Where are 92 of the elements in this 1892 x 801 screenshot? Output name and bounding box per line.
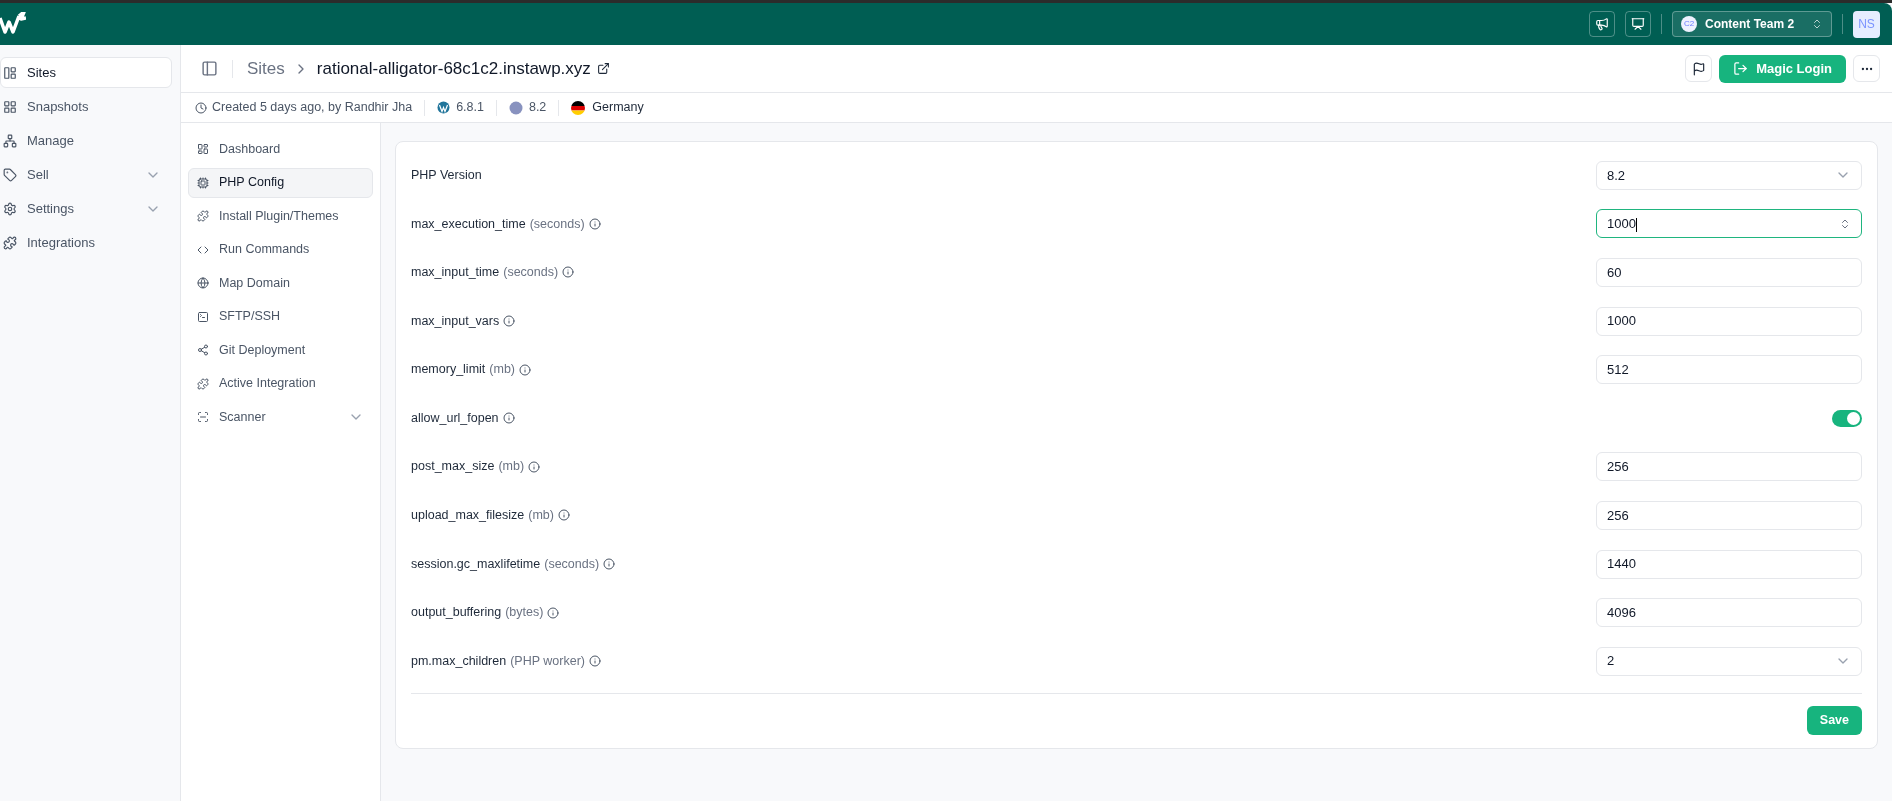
clock-icon bbox=[195, 101, 207, 114]
external-link-icon[interactable] bbox=[596, 62, 610, 75]
unit-label: (seconds) bbox=[503, 264, 559, 282]
scan-icon bbox=[197, 411, 209, 424]
site-nav-item[interactable]: SFTP/SSH bbox=[188, 301, 373, 332]
login-icon bbox=[1733, 61, 1749, 76]
chip-icon bbox=[197, 176, 209, 189]
field-label: allow_url_fopen bbox=[411, 408, 515, 428]
sidebar-item[interactable]: Integrations bbox=[0, 227, 172, 258]
country-label: Germany bbox=[592, 99, 644, 117]
puzzle-icon bbox=[3, 235, 17, 250]
info-icon[interactable] bbox=[588, 217, 601, 230]
layout-icon bbox=[3, 65, 17, 80]
sidebar-item[interactable]: Sites bbox=[0, 57, 172, 88]
sidebar-item[interactable]: Settings bbox=[0, 193, 172, 224]
grid-icon bbox=[3, 99, 17, 114]
tag-icon bbox=[3, 167, 17, 182]
unit-label: (mb) bbox=[489, 361, 515, 379]
panel-toggle-icon[interactable] bbox=[201, 60, 218, 77]
globe-icon bbox=[197, 277, 209, 290]
unit-label: (mb) bbox=[498, 458, 525, 476]
unit-label: (mb) bbox=[528, 507, 554, 525]
site-nav-item[interactable]: Git Deployment bbox=[188, 335, 373, 366]
site-nav-item[interactable]: Map Domain bbox=[188, 268, 373, 299]
field-label: post_max_size (mb) bbox=[411, 457, 541, 477]
puzzle-icon bbox=[197, 210, 209, 223]
field-label: max_execution_time (seconds) bbox=[411, 214, 601, 234]
site-nav-item[interactable]: PHP Config bbox=[188, 167, 373, 198]
breadcrumb-link[interactable]: Sites bbox=[247, 55, 285, 82]
field-label: PHP Version bbox=[411, 166, 482, 184]
info-icon[interactable] bbox=[502, 412, 515, 425]
field-label: upload_max_filesize (mb) bbox=[411, 506, 570, 525]
created-info: Created 5 days ago, by Randhir Jha bbox=[212, 99, 413, 117]
php-version: 8.2 bbox=[528, 99, 547, 117]
number-field[interactable]: 256 bbox=[1596, 452, 1862, 482]
field-label: max_input_vars bbox=[411, 311, 516, 331]
number-field[interactable]: 4096 bbox=[1596, 598, 1862, 628]
field-label: pm.max_children (PHP worker) bbox=[411, 651, 601, 671]
number-field[interactable]: 1000 bbox=[1596, 306, 1862, 336]
site-nav-item[interactable]: Active Integration bbox=[188, 368, 373, 399]
site-nav-item[interactable]: Dashboard bbox=[188, 134, 373, 165]
info-icon[interactable] bbox=[603, 558, 616, 571]
settings-icon bbox=[3, 201, 17, 216]
megaphone-icon bbox=[1595, 17, 1609, 31]
share-icon bbox=[197, 344, 209, 357]
team-switcher[interactable]: C2 Content Team 2 bbox=[1672, 11, 1832, 37]
info-icon[interactable] bbox=[528, 460, 541, 473]
info-icon[interactable] bbox=[588, 655, 601, 668]
select-field[interactable]: 2 bbox=[1596, 646, 1862, 676]
unit-label: (bytes) bbox=[505, 604, 544, 622]
presentation-icon bbox=[1631, 17, 1645, 31]
unit-label: (seconds) bbox=[544, 555, 600, 573]
sidebar-item[interactable]: Manage bbox=[0, 125, 172, 156]
country-flag-icon bbox=[571, 100, 586, 115]
puzzle-icon bbox=[197, 377, 209, 390]
select-field[interactable]: 8.2 bbox=[1596, 160, 1862, 190]
dashboard-icon bbox=[197, 143, 209, 156]
unit-label: (seconds) bbox=[529, 215, 585, 233]
number-field[interactable]: 256 bbox=[1596, 500, 1862, 530]
info-icon[interactable] bbox=[519, 363, 531, 376]
field-label: session.gc_maxlifetime (seconds) bbox=[411, 554, 616, 574]
info-icon[interactable] bbox=[547, 606, 560, 619]
flag-button[interactable] bbox=[1685, 55, 1713, 82]
site-nav-item[interactable]: Run Commands bbox=[188, 234, 373, 265]
announcement-button[interactable] bbox=[1589, 11, 1615, 37]
wordpress-version: 6.8.1 bbox=[456, 99, 484, 117]
presentation-button[interactable] bbox=[1625, 11, 1651, 37]
site-nav-item[interactable]: Scanner bbox=[188, 402, 373, 433]
field-label: memory_limit (mb) bbox=[411, 360, 531, 380]
info-icon[interactable] bbox=[503, 315, 516, 328]
sidebar-item[interactable]: Snapshots bbox=[0, 91, 172, 122]
chevrons-icon bbox=[1811, 18, 1823, 30]
sidebar-item[interactable]: Sell bbox=[0, 159, 172, 190]
info-icon[interactable] bbox=[562, 266, 575, 279]
info-icon[interactable] bbox=[557, 509, 570, 522]
stepper-icon[interactable] bbox=[1839, 217, 1851, 230]
number-field[interactable]: 1440 bbox=[1596, 549, 1862, 579]
site-nav-item[interactable]: Install Plugin/Themes bbox=[188, 201, 373, 232]
wordpress-icon bbox=[437, 101, 451, 114]
number-field[interactable]: 60 bbox=[1596, 258, 1862, 287]
network-icon bbox=[3, 133, 17, 148]
toggle-switch[interactable] bbox=[1832, 409, 1862, 427]
flag-icon bbox=[1691, 61, 1706, 76]
site-title: rational-alligator-68c1c2.instawp.xyz bbox=[316, 57, 591, 80]
terminal-icon bbox=[197, 310, 209, 323]
number-field[interactable]: 1000 bbox=[1596, 209, 1862, 239]
field-label: max_input_time (seconds) bbox=[411, 263, 575, 282]
unit-label: (PHP worker) bbox=[510, 652, 585, 670]
team-avatar: C2 bbox=[1681, 16, 1697, 32]
logo-icon bbox=[0, 12, 26, 36]
number-field[interactable]: 512 bbox=[1596, 355, 1862, 385]
field-label: output_buffering (bytes) bbox=[411, 603, 560, 622]
